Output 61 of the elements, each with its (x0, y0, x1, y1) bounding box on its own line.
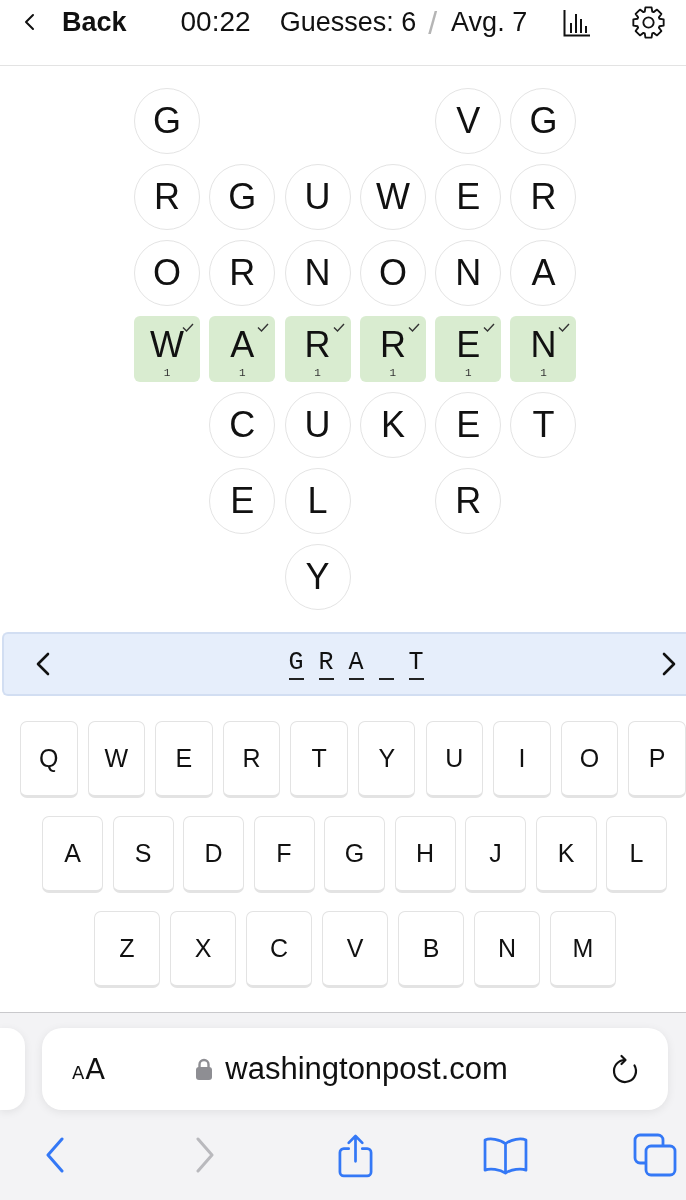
reload-icon[interactable] (610, 1053, 640, 1085)
keyboard-key[interactable]: N (474, 911, 540, 988)
lock-icon (195, 1057, 214, 1081)
open-book-icon[interactable] (481, 1135, 529, 1175)
url-text[interactable]: washingtonpost.com (225, 1051, 508, 1087)
keyboard-key[interactable]: A (42, 816, 103, 893)
tile-count: 1 (389, 367, 397, 379)
keyboard-key[interactable]: O (560, 721, 619, 798)
keyboard-key[interactable]: F (253, 816, 315, 893)
tile-count: 1 (540, 367, 547, 379)
keyboard-key[interactable]: J (465, 816, 526, 893)
keyboard-key[interactable]: P (628, 721, 686, 798)
tile-letter: A (230, 327, 255, 363)
keyboard-key[interactable]: Q (20, 721, 78, 798)
guess-count: Guesses: 6 (279, 6, 417, 38)
tile-letter: W (150, 327, 184, 363)
keyboard-key[interactable]: B (398, 911, 464, 988)
keyboard-key[interactable]: S (112, 816, 174, 893)
tile-count: 1 (314, 367, 321, 379)
keyboard-key[interactable]: Y (357, 721, 416, 798)
bar-chart-icon[interactable] (563, 9, 592, 37)
keyboard-key[interactable]: E (155, 721, 213, 798)
clue-letter: A (348, 648, 364, 680)
timer: 00:22 (180, 6, 251, 38)
chevron-left-icon (24, 13, 35, 31)
keyboard-key[interactable]: D (183, 816, 244, 893)
keyboard-key[interactable]: C (246, 911, 312, 988)
tile-count: 1 (163, 367, 171, 379)
keyboard-key[interactable]: T (290, 721, 348, 798)
settings-icon[interactable] (632, 6, 666, 39)
text-size-button[interactable]: AA (72, 1054, 106, 1084)
separator: / (428, 6, 438, 40)
keyboard-key[interactable]: H (394, 816, 456, 893)
chevron-left-icon[interactable] (36, 652, 50, 676)
keyboard-key[interactable]: G (324, 816, 385, 893)
keyboard-key[interactable]: Z (94, 911, 160, 988)
back-button[interactable]: Back (24, 6, 127, 38)
keyboard-key[interactable]: R (222, 721, 281, 798)
keyboard-key[interactable]: V (322, 911, 388, 988)
tile-count: 1 (464, 367, 472, 379)
tabs-icon[interactable] (633, 1133, 677, 1177)
keyboard-key[interactable]: M (550, 911, 616, 988)
clue-letter: G (288, 648, 304, 680)
tile-letter: R (379, 327, 406, 363)
chevron-right-icon[interactable] (662, 652, 676, 676)
clue-letter: T (408, 648, 424, 680)
keyboard-key[interactable]: I (493, 721, 551, 798)
address-bar[interactable]: AA washingtonpost.com (42, 1028, 668, 1110)
keyboard-key[interactable]: X (170, 911, 236, 988)
keyboard-key[interactable]: W (87, 721, 146, 798)
tile-letter: N (530, 327, 557, 363)
clue-letter: R (318, 648, 334, 680)
share-icon[interactable] (336, 1132, 374, 1178)
tile-count: 1 (239, 367, 246, 379)
tile-letter: E (456, 327, 481, 363)
keyboard-key[interactable]: U (425, 721, 484, 798)
keyboard-key[interactable]: L (606, 816, 667, 893)
back-chevron-icon[interactable] (45, 1137, 65, 1173)
average-guesses: Avg. 7 (451, 6, 528, 38)
tile-letter: R (304, 327, 331, 363)
keyboard-key[interactable]: K (535, 816, 597, 893)
